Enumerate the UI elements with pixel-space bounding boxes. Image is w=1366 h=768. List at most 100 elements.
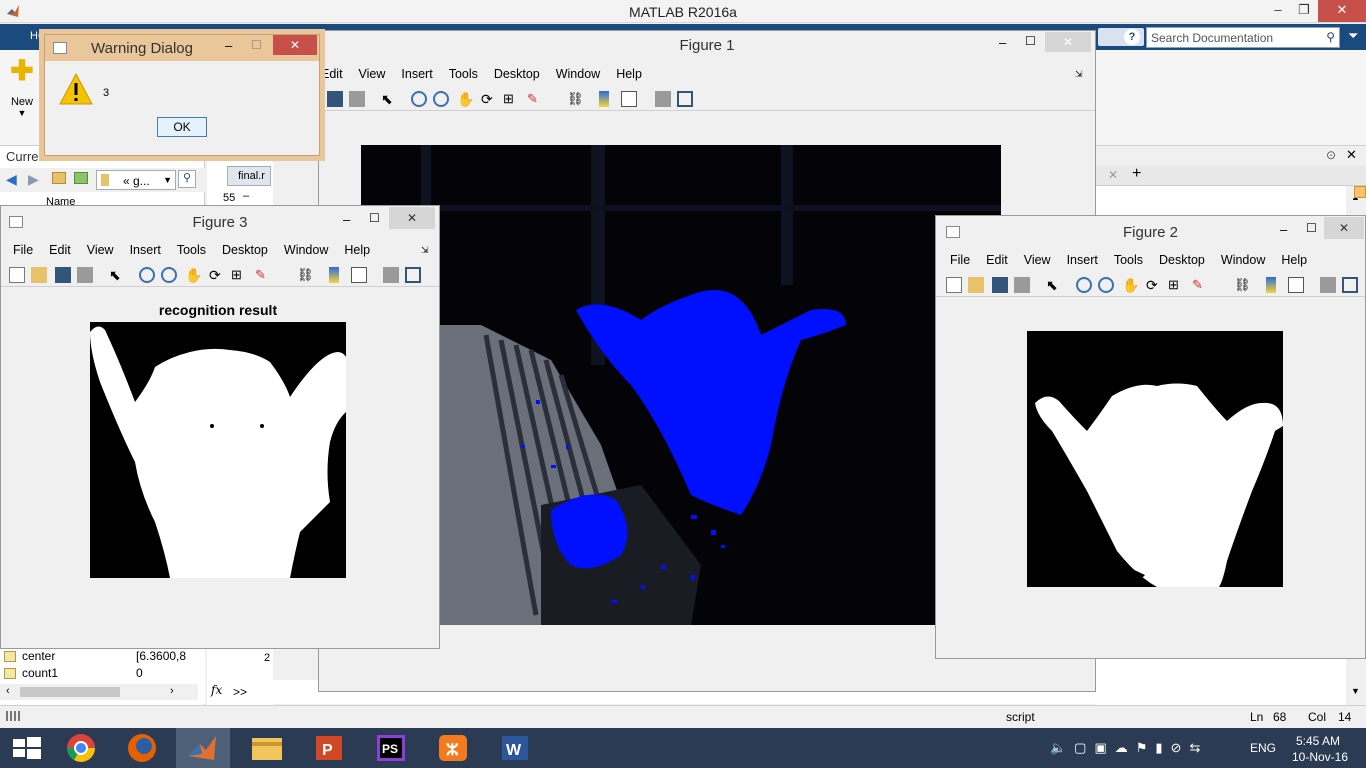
- search-icon[interactable]: ⚲: [178, 170, 196, 188]
- minimize-button[interactable]: –: [343, 212, 350, 227]
- close-button[interactable]: ✕: [389, 207, 435, 229]
- colorbar-icon[interactable]: [329, 267, 339, 283]
- print-icon[interactable]: [77, 267, 93, 283]
- menu-insert[interactable]: Insert: [393, 63, 440, 85]
- pointer-icon[interactable]: ⬉: [381, 91, 397, 107]
- workspace-row[interactable]: count1 0: [0, 665, 205, 682]
- hide-tools-icon[interactable]: [655, 91, 671, 107]
- minimize-button[interactable]: –: [999, 35, 1006, 50]
- rotate-icon[interactable]: ⟳: [481, 91, 497, 107]
- clock-time[interactable]: 5:45 AM: [1296, 734, 1340, 748]
- forward-arrow-icon[interactable]: ▶: [28, 171, 39, 188]
- editor-tab[interactable]: final.r: [227, 166, 271, 186]
- windows-start-icon[interactable]: [0, 728, 54, 768]
- menu-tools[interactable]: Tools: [1106, 249, 1151, 271]
- menubar-dock-icon[interactable]: ⇲: [1075, 69, 1083, 80]
- search-icon[interactable]: ⚲: [1326, 30, 1335, 44]
- rotate-icon[interactable]: ⟳: [209, 267, 225, 283]
- pan-icon[interactable]: ✋: [1122, 277, 1139, 293]
- data-cursor-icon[interactable]: ⊞: [503, 91, 519, 107]
- up-folder-icon[interactable]: [52, 172, 66, 184]
- menu-desktop[interactable]: Desktop: [486, 63, 548, 85]
- rotate-icon[interactable]: ⟳: [1146, 277, 1162, 293]
- matlab-icon[interactable]: [176, 728, 230, 768]
- save-icon[interactable]: [55, 267, 71, 283]
- menu-tools[interactable]: Tools: [441, 63, 486, 85]
- pointer-icon[interactable]: ⬉: [109, 267, 125, 283]
- folder-path-field[interactable]: « g... ▼: [96, 170, 176, 190]
- menu-desktop[interactable]: Desktop: [1151, 249, 1213, 271]
- menu-edit[interactable]: Edit: [978, 249, 1016, 271]
- brush-icon[interactable]: ✎: [1192, 277, 1208, 293]
- data-cursor-icon[interactable]: ⊞: [1168, 277, 1184, 293]
- zoom-out-icon[interactable]: [433, 91, 449, 107]
- zoom-in-icon[interactable]: [1076, 277, 1092, 293]
- clock-date[interactable]: 10-Nov-16: [1292, 750, 1348, 764]
- menu-file[interactable]: File: [5, 239, 41, 261]
- zoom-out-icon[interactable]: [161, 267, 177, 283]
- horizontal-scrollbar[interactable]: ‹ ›: [0, 684, 198, 700]
- menu-help[interactable]: Help: [608, 63, 650, 85]
- brush-icon[interactable]: ✎: [527, 91, 543, 107]
- colorbar-icon[interactable]: [1266, 277, 1276, 293]
- legend-icon[interactable]: [621, 91, 637, 107]
- link-icon[interactable]: ⛓: [567, 91, 584, 107]
- back-arrow-icon[interactable]: ◀: [6, 171, 17, 188]
- close-button[interactable]: ✕: [273, 35, 317, 55]
- word-icon[interactable]: W: [488, 728, 542, 768]
- close-button[interactable]: ✕: [1324, 217, 1364, 239]
- menu-help[interactable]: Help: [336, 239, 378, 261]
- scroll-left-icon[interactable]: ‹: [6, 685, 10, 697]
- minimize-button[interactable]: –: [225, 38, 232, 53]
- open-icon[interactable]: [968, 277, 984, 293]
- maximize-button[interactable]: ☐: [369, 211, 380, 225]
- show-tools-icon[interactable]: [405, 267, 421, 283]
- ok-button[interactable]: OK: [157, 117, 207, 137]
- maximize-button[interactable]: ☐: [251, 38, 262, 52]
- zoom-in-icon[interactable]: [411, 91, 427, 107]
- save-icon[interactable]: [992, 277, 1008, 293]
- menubar-dock-icon[interactable]: ⇲: [421, 245, 429, 256]
- legend-icon[interactable]: [351, 267, 367, 283]
- powerpoint-icon[interactable]: P: [302, 728, 356, 768]
- pointer-icon[interactable]: ⬉: [1046, 277, 1062, 293]
- menu-desktop[interactable]: Desktop: [214, 239, 276, 261]
- zoom-in-icon[interactable]: [139, 267, 155, 283]
- file-explorer-icon[interactable]: [240, 728, 294, 768]
- chrome-icon[interactable]: [54, 728, 108, 768]
- menu-window[interactable]: Window: [276, 239, 336, 261]
- show-tools-icon[interactable]: [1342, 277, 1358, 293]
- panel-options-icon[interactable]: ⊙: [1326, 148, 1336, 162]
- new-figure-icon[interactable]: [9, 267, 25, 283]
- menu-window[interactable]: Window: [548, 63, 608, 85]
- menu-view[interactable]: View: [79, 239, 122, 261]
- search-documentation-input[interactable]: Search Documentation ⚲: [1146, 27, 1340, 48]
- firefox-icon[interactable]: [115, 728, 169, 768]
- brush-icon[interactable]: ✎: [255, 267, 271, 283]
- scroll-thumb[interactable]: [20, 687, 120, 697]
- link-icon[interactable]: ⛓: [1234, 277, 1251, 293]
- menu-insert[interactable]: Insert: [1059, 249, 1106, 271]
- colorbar-icon[interactable]: [599, 91, 609, 107]
- menu-tools[interactable]: Tools: [169, 239, 214, 261]
- tray-icons[interactable]: 🔈▢▣☁⚑▮⊘⇆: [1050, 740, 1208, 756]
- legend-icon[interactable]: [1288, 277, 1304, 293]
- close-icon[interactable]: ✕: [1346, 147, 1357, 163]
- add-tab-icon[interactable]: +: [1132, 165, 1141, 183]
- pan-icon[interactable]: ✋: [185, 267, 202, 283]
- menu-edit[interactable]: Edit: [41, 239, 79, 261]
- open-icon[interactable]: [31, 267, 47, 283]
- hide-tools-icon[interactable]: [1320, 277, 1336, 293]
- close-tab-icon[interactable]: ✕: [1108, 168, 1118, 182]
- input-language[interactable]: ENG: [1250, 741, 1276, 755]
- xampp-icon[interactable]: ⵣ: [426, 728, 480, 768]
- menu-view[interactable]: View: [351, 63, 394, 85]
- menu-view[interactable]: View: [1016, 249, 1059, 271]
- menu-edit[interactable]: Edit: [319, 63, 351, 85]
- menu-insert[interactable]: Insert: [122, 239, 169, 261]
- maximize-button[interactable]: ☐: [1306, 221, 1317, 235]
- show-tools-icon[interactable]: [677, 91, 693, 107]
- toolstrip-expand-icon[interactable]: ⏷: [1348, 28, 1358, 44]
- phpstorm-icon[interactable]: PS: [364, 728, 418, 768]
- menu-file[interactable]: File: [942, 249, 978, 271]
